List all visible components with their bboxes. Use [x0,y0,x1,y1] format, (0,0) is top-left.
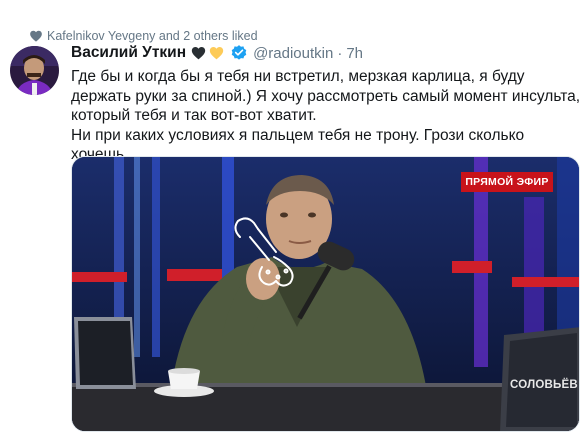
verified-badge-icon [231,45,247,60]
avatar[interactable] [10,46,59,95]
separator: · [337,44,343,62]
tweet-text-line: Где бы и когда бы я тебя ни встретил, ме… [71,68,581,124]
yellow-heart-icon [209,47,224,60]
laptop-logo-text: СОЛОВЬЁВ [510,379,578,391]
heart-icon [30,30,42,42]
timestamp[interactable]: 7h [346,45,363,62]
media-scene [72,157,579,431]
tweet-header: Василий Уткин @radioutkin · 7h [71,42,363,64]
black-heart-icon [191,47,206,60]
tweet[interactable]: Kafelnikov Yevgeny and 2 others liked Ва… [0,0,588,446]
tweet-text: Где бы и когда бы я тебя ни встретил, ме… [71,67,581,165]
emoji-group [190,45,226,61]
user-handle[interactable]: @radioutkin [253,45,333,62]
live-badge: ПРЯМОЙ ЭФИР [461,172,553,192]
display-name[interactable]: Василий Уткин [71,44,186,62]
social-context-text[interactable]: Kafelnikov Yevgeny and 2 others liked [47,29,258,43]
media-image[interactable]: ПРЯМОЙ ЭФИР СОЛОВЬЁВ [71,156,580,432]
